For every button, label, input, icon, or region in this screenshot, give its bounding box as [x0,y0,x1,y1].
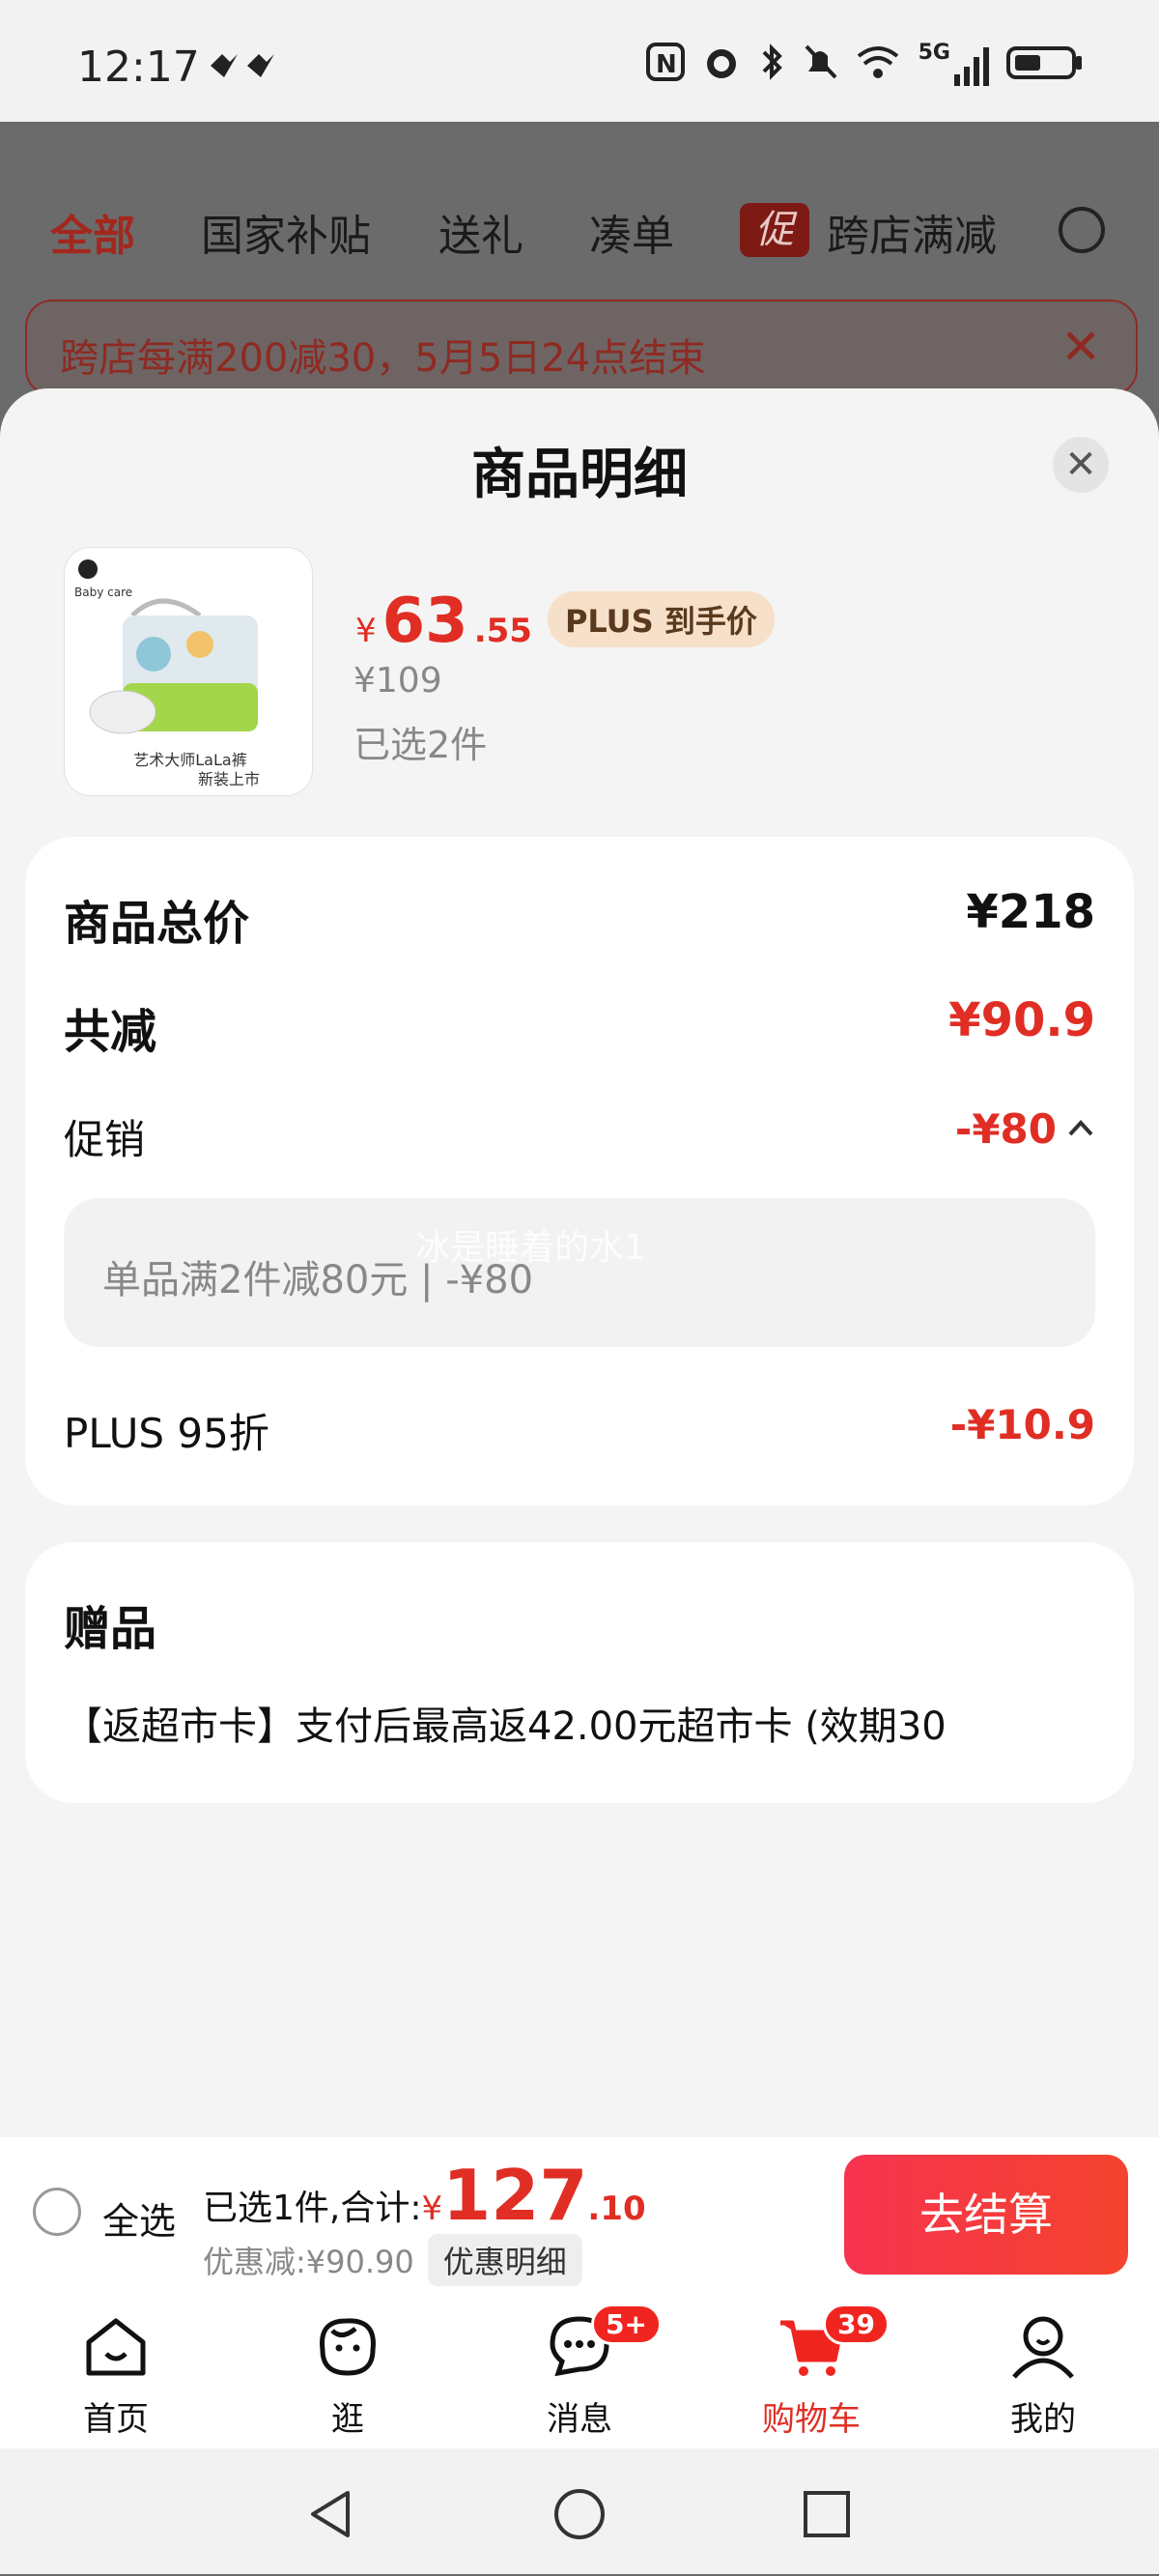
promo-label: 促销 [64,1116,146,1163]
browse-face-icon [320,2318,376,2376]
watermark: 冰是睡着的水1 [415,1228,646,1268]
selected-count: 已选2件 [353,724,488,766]
bluetooth-icon [758,43,785,91]
tab-messages[interactable]: 5+ 消息 [464,2290,695,2448]
gift-card: 赠品 【返超市卡】支付后最高返42.00元超市卡 (效期30 [25,1542,1134,1803]
price-currency: ¥ [355,612,377,650]
select-all-label[interactable]: 全选 [102,2191,176,2245]
tab-cart[interactable]: 39 购物车 [695,2290,927,2448]
total-currency: ¥ [421,2190,443,2228]
promo-tag: 促 [740,203,809,257]
promo-value: -¥80 [954,1105,1057,1153]
profile-icon [1012,2316,1074,2379]
plus-discount-label: PLUS 95折 [64,1410,269,1457]
heart-wave-icon [207,48,280,87]
plus-discount-value: -¥10.9 [949,1401,1095,1448]
alarm-icon [702,43,741,91]
back-icon[interactable] [305,2487,359,2541]
total-price-label: 商品总价 [64,897,250,951]
tab-profile-label: 我的 [1010,2400,1076,2439]
thumb-caption-1: 艺术大师LaLa裤 [133,751,246,769]
tab-cart-label: 购物车 [762,2400,861,2439]
tab-browse-label: 逛 [331,2400,364,2439]
recents-icon[interactable] [800,2487,854,2541]
sheet-title: 商品明细 [471,444,688,506]
tab-messages-label: 消息 [547,2400,612,2439]
total-integer: 127 [442,2155,588,2236]
cart-badge: 39 [823,2304,890,2345]
thumb-caption-2: 新装上市 [198,770,260,788]
background-promo-banner: 跨店每满200减30，5月5日24点结束 ✕ [25,300,1138,396]
price-decimal: .55 [473,612,532,650]
banner-close-icon: ✕ [1060,319,1101,375]
original-price: ¥109 [353,661,442,701]
price-integer: 63 [382,586,468,657]
bg-tab-subsidy: 国家补贴 [201,212,371,261]
product-price: ¥ 63 .55 PLUS 到手价 [355,586,775,657]
discount-line: 优惠减:¥90.90 优惠明细 [203,2234,582,2286]
total-decimal: .10 [587,2190,646,2228]
tab-home-label: 首页 [83,2400,149,2439]
product-thumbnail[interactable]: Baby care 艺术大师LaLa裤 新装上市 [64,547,313,796]
svg-text:N: N [656,50,677,79]
discount-text: 优惠减:¥90.90 [203,2244,414,2280]
gift-title: 赠品 [64,1602,157,1656]
close-button[interactable]: ✕ [1053,437,1109,493]
total-price-value: ¥218 [966,885,1095,939]
status-time: 12:17 [77,43,200,92]
total-reduce-value: ¥90.9 [948,993,1095,1047]
bg-tab-gift: 送礼 [438,212,523,261]
discount-detail-button[interactable]: 优惠明细 [427,2234,582,2286]
chevron-up-icon [1066,1113,1095,1146]
total-reduce-label: 共减 [64,1005,157,1059]
tab-home[interactable]: 首页 [0,2290,232,2448]
price-summary-card: 商品总价 ¥218 共减 ¥90.9 促销 -¥80 PLUS 95折 -¥10… [25,837,1134,1505]
bg-tab-bundle: 凑单 [589,212,674,261]
promo-toggle[interactable]: -¥80 [955,1105,1095,1153]
search-icon [1059,207,1105,253]
wifi-icon [855,43,901,91]
messages-badge: 5+ [591,2304,662,2345]
background-category-tabs: 全部 国家补贴 送礼 凑单 促 跨店满减 [0,164,1159,280]
bg-tab-all: 全部 [50,212,135,261]
system-nav-bar [0,2448,1159,2574]
banner-text: 跨店每满200减30，5月5日24点结束 [60,336,707,381]
tab-profile[interactable]: 我的 [927,2290,1159,2448]
nfc-icon: N [645,43,685,91]
battery-icon [1006,43,1084,91]
plus-price-badge: PLUS 到手价 [547,591,775,647]
mute-icon [803,43,837,91]
select-all-radio[interactable] [33,2188,81,2236]
signal-icon: 5G [919,41,989,86]
checkout-bar: 全选 已选1件,合计: ¥ 127 .10 优惠减:¥90.90 优惠明细 去结… [0,2137,1159,2290]
selected-summary-text: 已选1件,合计: [203,2189,422,2228]
bg-tab-cross-store: 跨店满减 [827,212,997,261]
home-nav-icon[interactable] [552,2487,607,2541]
total-summary: 已选1件,合计: ¥ 127 .10 [203,2155,646,2236]
thumb-brand: Baby care [74,586,132,599]
bottom-tab-bar: 首页 逛 5+ 消息 39 购物车 我的 [0,2290,1159,2448]
gift-text: 【返超市卡】支付后最高返42.00元超市卡 (效期30 [64,1704,947,1749]
checkout-button[interactable]: 去结算 [844,2155,1128,2275]
tab-browse[interactable]: 逛 [232,2290,464,2448]
status-icons: N 5G [645,41,1084,91]
home-icon [86,2318,146,2376]
